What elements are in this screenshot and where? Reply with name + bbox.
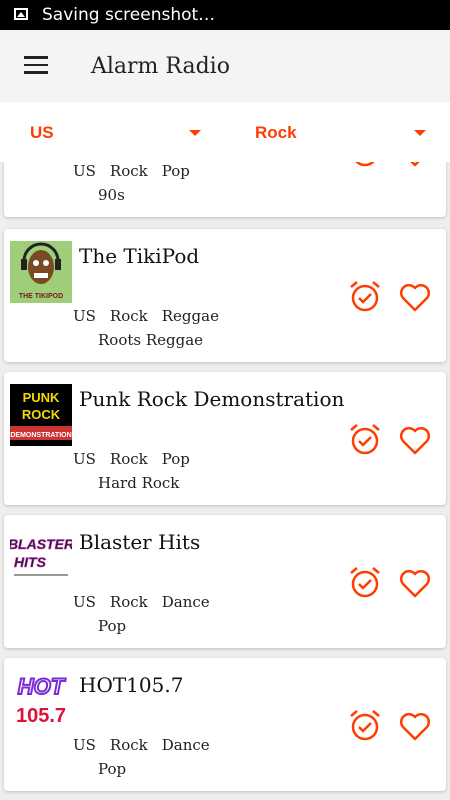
station-tags: US Rock Dance [73,736,210,754]
svg-text:ROCK: ROCK [22,407,61,422]
station-subgenre: Hard Rock [98,474,180,492]
station-card[interactable]: THE TIKIPOD The TikiPod US Rock Reggae Roo… [4,229,446,362]
station-tags: US Rock Pop [73,162,190,180]
station-name: Blaster Hits [79,530,201,554]
station-name: The TikiPod [79,244,200,268]
station-logo: BLASTER HITS [10,527,72,589]
station-list[interactable]: US Rock Pop 90s THE TIKIPOD The TikiPod US… [0,162,450,800]
favorite-heart-icon[interactable] [398,281,432,313]
favorite-heart-icon[interactable] [398,162,432,168]
country-dropdown[interactable]: US [0,102,225,162]
chevron-down-icon [414,130,426,136]
status-text: Saving screenshot… [42,5,216,25]
station-tags: US Rock Reggae [73,307,219,325]
station-subgenre: Roots Reggae [98,331,204,349]
svg-text:THE TIKIPOD: THE TIKIPOD [19,293,63,300]
station-name: Punk Rock Demonstration [79,387,345,411]
app-title: Alarm Radio [91,54,230,79]
image-icon [14,8,28,20]
svg-text:DEMONSTRATION: DEMONSTRATION [10,432,71,439]
country-value: US [30,123,54,142]
station-card[interactable]: HOT 105.7 HOT105.7 US Rock Dance Pop [4,658,446,791]
station-tags: US Rock Pop [73,450,190,468]
station-subgenre: Pop [98,617,127,635]
station-card[interactable]: US Rock Pop 90s [4,162,446,217]
hamburger-menu-icon[interactable] [24,56,48,76]
alarm-clock-icon[interactable] [348,162,382,168]
svg-text:PUNK: PUNK [23,390,60,405]
genre-value: Rock [255,123,297,142]
alarm-clock-icon[interactable] [348,422,382,456]
station-card[interactable]: PUNK ROCK DEMONSTRATION Punk Rock Demons… [4,372,446,505]
svg-text:HITS: HITS [14,554,47,570]
favorite-heart-icon[interactable] [398,567,432,599]
station-logo: THE TIKIPOD [10,241,72,303]
station-card[interactable]: BLASTER HITS Blaster Hits US Rock Dance Po… [4,515,446,648]
chevron-down-icon [189,130,201,136]
app-bar: Alarm Radio [0,30,450,102]
station-subgenre: 90s [98,186,125,204]
favorite-heart-icon[interactable] [398,710,432,742]
alarm-clock-icon[interactable] [348,565,382,599]
svg-text:BLASTER: BLASTER [10,536,72,552]
station-logo: PUNK ROCK DEMONSTRATION [10,384,72,446]
svg-text:HOT: HOT [18,674,66,699]
filter-bar: US Rock [0,102,450,162]
svg-text:105.7: 105.7 [16,705,66,727]
alarm-clock-icon[interactable] [348,279,382,313]
station-logo: HOT 105.7 [10,670,72,732]
station-subgenre: Pop [98,760,127,778]
genre-dropdown[interactable]: Rock [225,102,450,162]
station-name: HOT105.7 [79,673,184,697]
status-bar: Saving screenshot… [0,0,450,30]
station-tags: US Rock Dance [73,593,210,611]
favorite-heart-icon[interactable] [398,424,432,456]
alarm-clock-icon[interactable] [348,708,382,742]
